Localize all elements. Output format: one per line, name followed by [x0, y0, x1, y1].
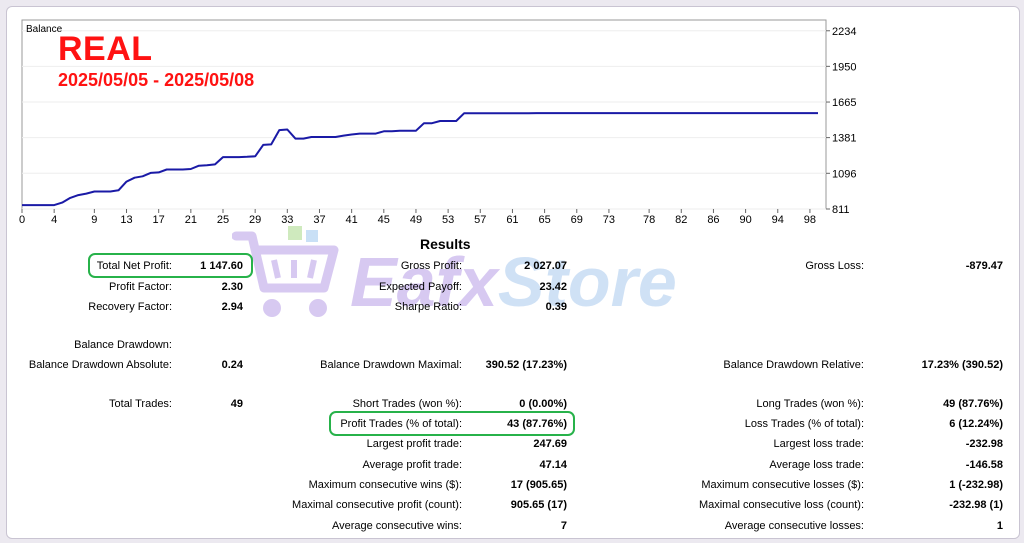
- avg-consec-wins-label: Average consecutive wins:: [331, 520, 462, 532]
- bd-maximal-value: 390.52 (17.23%): [485, 359, 567, 371]
- avg-profit-value: 47.14: [539, 459, 567, 471]
- results-title: Results: [420, 236, 471, 252]
- sharpe-ratio-label: Sharpe Ratio:: [394, 301, 462, 313]
- maximal-consec-profit-label: Maximal consecutive profit (count):: [292, 499, 462, 511]
- x-tick-label: 69: [571, 214, 583, 226]
- x-tick-label: 41: [346, 214, 358, 226]
- x-tick-label: 29: [249, 214, 261, 226]
- y-tick-label: 2234: [832, 26, 856, 38]
- avg-profit-label: Average profit trade:: [362, 459, 462, 471]
- profit-factor-label: Profit Factor:: [109, 281, 172, 293]
- avg-loss-value: -146.58: [965, 459, 1003, 471]
- gross-loss-value: -879.47: [965, 260, 1003, 272]
- x-tick-label: 33: [281, 214, 293, 226]
- x-tick-label: 73: [603, 214, 615, 226]
- avg-loss-label: Average loss trade:: [769, 459, 864, 471]
- largest-loss-label: Largest loss trade:: [773, 438, 865, 450]
- date-range: 2025/05/05 - 2025/05/08: [58, 70, 255, 90]
- x-tick-label: 13: [120, 214, 132, 226]
- largest-profit-label: Largest profit trade:: [366, 438, 462, 450]
- x-tick-label: 9: [91, 214, 97, 226]
- max-consec-wins-value: 17 (905.65): [510, 479, 567, 491]
- total-trades-label: Total Trades:: [109, 398, 172, 410]
- x-tick-label: 98: [804, 214, 816, 226]
- maximal-consec-loss-value: -232.98 (1): [949, 499, 1003, 511]
- avg-consec-losses-value: 1: [996, 520, 1003, 532]
- loss-trades-value: 6 (12.24%): [949, 418, 1003, 430]
- gross-profit-value: 2 027.07: [524, 260, 567, 272]
- maximal-consec-profit-value: 905.65 (17): [510, 499, 567, 511]
- x-tick-label: 17: [153, 214, 165, 226]
- expected-payoff-value: 23.42: [539, 281, 567, 293]
- bd-relative-value: 17.23% (390.52): [921, 359, 1003, 371]
- loss-trades-label: Loss Trades (% of total):: [744, 418, 864, 430]
- max-consec-wins-label: Maximum consecutive wins ($):: [308, 479, 462, 491]
- x-tick-label: 86: [707, 214, 719, 226]
- x-tick-label: 57: [474, 214, 486, 226]
- long-trades-value: 49 (87.76%): [943, 398, 1003, 410]
- total-net-profit-label: Total Net Profit:: [96, 260, 172, 272]
- gross-profit-label: Gross Profit:: [400, 260, 462, 272]
- recovery-factor-label: Recovery Factor:: [88, 301, 172, 313]
- short-trades-value: 0 (0.00%): [519, 398, 567, 410]
- bd-relative-label: Balance Drawdown Relative:: [723, 359, 864, 371]
- largest-profit-value: 247.69: [533, 438, 567, 450]
- maximal-consec-loss-label: Maximal consecutive loss (count):: [698, 499, 864, 511]
- x-tick-label: 78: [643, 214, 655, 226]
- x-tick-label: 82: [675, 214, 687, 226]
- x-tick-label: 53: [442, 214, 454, 226]
- x-tick-label: 21: [185, 214, 197, 226]
- balance-drawdown-label: Balance Drawdown:: [74, 339, 172, 351]
- real-badge: REAL: [58, 30, 153, 68]
- x-tick-label: 90: [739, 214, 751, 226]
- total-net-profit-value: 1 147.60: [200, 260, 243, 272]
- x-tick-label: 37: [313, 214, 325, 226]
- bd-maximal-label: Balance Drawdown Maximal:: [320, 359, 462, 371]
- y-tick-label: 1665: [832, 97, 856, 109]
- avg-consec-losses-label: Average consecutive losses:: [724, 520, 864, 532]
- y-tick-label: 811: [832, 204, 850, 216]
- balance-chart: 811109613811665195022340 4 9 13 17 21 25 29 33 37…: [19, 19, 856, 226]
- expected-payoff-label: Expected Payoff:: [379, 281, 462, 293]
- x-tick-label: 61: [506, 214, 518, 226]
- max-consec-losses-label: Maximum consecutive losses ($):: [701, 479, 864, 491]
- y-tick-label: 1096: [832, 168, 856, 180]
- x-tick-label: 4: [51, 214, 57, 226]
- gross-loss-label: Gross Loss:: [805, 260, 864, 272]
- largest-loss-value: -232.98: [965, 438, 1003, 450]
- profit-factor-value: 2.30: [221, 281, 243, 293]
- bd-absolute-label: Balance Drawdown Absolute:: [28, 359, 172, 371]
- recovery-factor-value: 2.94: [221, 301, 243, 313]
- y-tick-label: 1950: [832, 61, 856, 73]
- long-trades-label: Long Trades (won %):: [756, 398, 864, 410]
- profit-trades-label: Profit Trades (% of total):: [340, 418, 462, 430]
- x-tick-label: 49: [410, 214, 422, 226]
- x-tick-label: 45: [378, 214, 390, 226]
- x-tick-label: 0: [19, 214, 25, 226]
- x-tick-label: 94: [772, 214, 784, 226]
- x-tick-label: 65: [538, 214, 550, 226]
- avg-consec-wins-value: 7: [560, 520, 567, 532]
- sharpe-ratio-value: 0.39: [545, 301, 567, 313]
- total-trades-value: 49: [230, 398, 243, 410]
- profit-trades-value: 43 (87.76%): [507, 418, 567, 430]
- y-tick-label: 1381: [832, 133, 856, 145]
- max-consec-losses-value: 1 (-232.98): [949, 479, 1003, 491]
- x-tick-label: 25: [217, 214, 229, 226]
- bd-absolute-value: 0.24: [221, 359, 243, 371]
- chart-title: Balance: [26, 24, 63, 35]
- short-trades-label: Short Trades (won %):: [352, 398, 462, 410]
